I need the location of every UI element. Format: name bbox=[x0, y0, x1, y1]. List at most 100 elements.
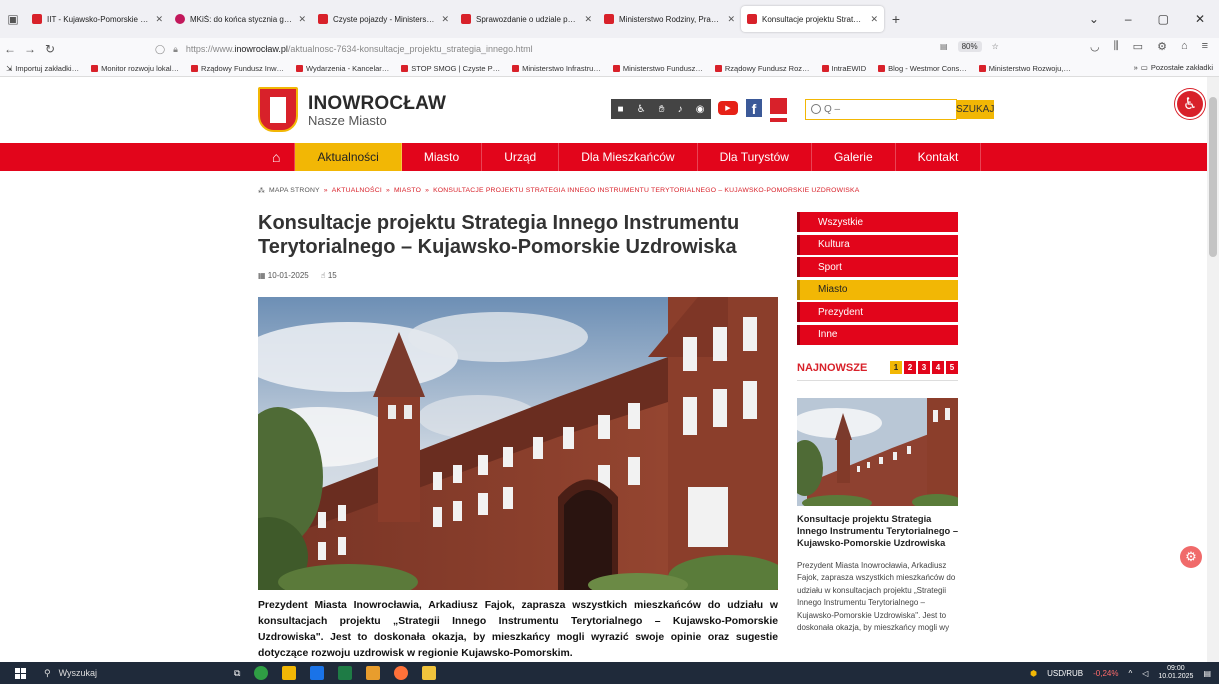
nav-item-dla-mieszkancow[interactable]: Dla Mieszkańców bbox=[559, 143, 698, 171]
bookmark-item[interactable]: Wydarzenia - Kancelar… bbox=[295, 64, 389, 73]
pager-button[interactable]: 4 bbox=[932, 361, 944, 374]
category-item[interactable]: Kultura bbox=[797, 234, 958, 255]
outlook-icon[interactable] bbox=[310, 666, 325, 680]
pager-button[interactable]: 3 bbox=[918, 361, 930, 374]
scrollbar-thumb[interactable] bbox=[1209, 97, 1217, 257]
nav-item-aktualnosci[interactable]: Aktualności bbox=[295, 143, 402, 171]
bookmark-item[interactable]: Rządowy Fundusz Roz… bbox=[714, 64, 810, 73]
nav-home-icon[interactable]: ⌂ bbox=[258, 143, 296, 171]
search-button[interactable]: SZUKAJ bbox=[956, 100, 995, 119]
breadcrumb-item[interactable]: MIASTO bbox=[394, 187, 421, 195]
notifications-icon[interactable]: ▤ bbox=[1203, 669, 1211, 678]
facebook-icon[interactable]: f bbox=[746, 99, 762, 117]
sidebar-icon[interactable]: ▭ bbox=[1133, 40, 1143, 53]
youtube-icon[interactable]: ▶ bbox=[718, 101, 738, 115]
bip-icon[interactable] bbox=[770, 98, 787, 118]
tab-overview-icon[interactable]: ▣ bbox=[0, 12, 26, 26]
ticker-label[interactable]: USD/RUB bbox=[1047, 669, 1083, 678]
bookmark-item[interactable]: Rządowy Fundusz Inw… bbox=[191, 64, 284, 73]
sign-language-icon[interactable]: ✋︎ bbox=[659, 104, 665, 115]
nav-item-galerie[interactable]: Galerie bbox=[812, 143, 896, 171]
bookmark-item[interactable]: Blog - Westmor Cons… bbox=[878, 64, 967, 73]
category-item[interactable]: Sport bbox=[797, 257, 958, 277]
tab-close-icon[interactable]: ✕ bbox=[155, 14, 163, 25]
tab-label: MKiŚ: do końca stycznia gminy… bbox=[190, 14, 293, 24]
powerpoint-icon[interactable] bbox=[366, 666, 381, 680]
page-scrollbar[interactable] bbox=[1207, 77, 1219, 662]
hearing-icon[interactable]: ♪ bbox=[678, 104, 683, 115]
tab-close-icon[interactable]: ✕ bbox=[870, 14, 878, 25]
pager-button[interactable]: 5 bbox=[946, 361, 958, 374]
browser-tab[interactable]: MKiŚ: do końca stycznia gminy… ✕ bbox=[169, 6, 312, 32]
browser-tab[interactable]: Sprawozdanie o udziale pojazd… ✕ bbox=[455, 6, 598, 32]
nav-item-miasto[interactable]: Miasto bbox=[402, 143, 483, 171]
address-bar[interactable]: ◯ 🔒︎ https://www.inowrocław.pl/aktualnos… bbox=[155, 40, 995, 58]
category-item[interactable]: Wszystkie bbox=[797, 212, 958, 232]
browser-tab[interactable]: Ministerstwo Rodziny, Pracy i P… ✕ bbox=[598, 6, 741, 32]
task-view-icon[interactable]: ⧉ bbox=[234, 668, 240, 679]
bookmark-item[interactable]: Ministerstwo Fundusz… bbox=[612, 64, 703, 73]
folder-icon[interactable] bbox=[422, 666, 437, 680]
bookmark-item[interactable]: STOP SMOG | Czyste P… bbox=[401, 64, 500, 73]
pager-button[interactable]: 2 bbox=[904, 361, 916, 374]
bookmark-item[interactable]: IntraEWID bbox=[821, 64, 866, 73]
maximize-button[interactable]: ▢ bbox=[1158, 12, 1169, 26]
library-icon[interactable]: ⫼ bbox=[1114, 40, 1119, 53]
settings-gear-icon[interactable]: ⚙ bbox=[1180, 546, 1202, 568]
wheelchair-icon[interactable]: ♿︎ bbox=[637, 104, 646, 115]
zoom-badge[interactable]: 80% bbox=[957, 41, 982, 52]
tab-close-icon[interactable]: ✕ bbox=[584, 14, 592, 25]
breadcrumb-item[interactable]: AKTUALNOŚCI bbox=[332, 187, 382, 195]
site-logo-text[interactable]: INOWROCŁAW Nasze Miasto bbox=[308, 93, 446, 128]
article-hero-image[interactable] bbox=[258, 297, 778, 590]
browser-tab-active[interactable]: Konsultacje projektu Strategia I… ✕ bbox=[741, 6, 884, 32]
reload-icon[interactable]: ↻ bbox=[40, 42, 60, 56]
minimize-button[interactable]: – bbox=[1125, 12, 1132, 26]
contrast-icon[interactable]: ■ bbox=[618, 104, 624, 115]
city-crest-logo[interactable] bbox=[258, 87, 298, 132]
start-button[interactable] bbox=[0, 667, 40, 679]
tray-chevron-icon[interactable]: ^ bbox=[1128, 669, 1132, 678]
reader-view-icon[interactable]: ▤ bbox=[940, 42, 948, 51]
tab-list-chevron-icon[interactable]: ⌄ bbox=[1089, 12, 1099, 26]
file-explorer-icon[interactable] bbox=[282, 666, 297, 680]
back-arrow-icon[interactable]: ← bbox=[0, 42, 20, 56]
newest-article-title[interactable]: Konsultacje projektu Strategia Innego In… bbox=[797, 514, 962, 550]
nav-item-dla-turystow[interactable]: Dla Turystów bbox=[698, 143, 812, 171]
eye-icon[interactable]: ◉ bbox=[696, 104, 705, 115]
breadcrumb-sitemap[interactable]: MAPA STRONY bbox=[269, 187, 320, 195]
nav-item-kontakt[interactable]: Kontakt bbox=[896, 143, 982, 171]
forward-arrow-icon[interactable]: → bbox=[20, 42, 40, 56]
bookmark-item[interactable]: ⇲ Importuj zakładki… bbox=[6, 64, 79, 73]
volume-icon[interactable]: ◁ bbox=[1142, 669, 1148, 678]
search-input[interactable] bbox=[806, 100, 956, 119]
bookmark-item[interactable]: Ministerstwo Infrastru… bbox=[512, 64, 601, 73]
newest-thumbnail[interactable] bbox=[797, 398, 958, 506]
nav-item-urzad[interactable]: Urząd bbox=[482, 143, 560, 171]
bookmark-item[interactable]: Monitor rozwoju lokal… bbox=[91, 64, 179, 73]
bookmark-star-icon[interactable]: ☆ bbox=[992, 42, 999, 51]
taskbar-search[interactable]: ⚲ Wyszukaj bbox=[40, 662, 210, 684]
category-item-active[interactable]: Miasto bbox=[797, 279, 958, 300]
extensions-icon[interactable]: ⚙ bbox=[1157, 40, 1167, 53]
accessibility-widget-icon[interactable]: ♿︎ bbox=[1175, 89, 1205, 119]
other-bookmarks[interactable]: » ▭ Pozostałe zakładki bbox=[1127, 63, 1213, 72]
firefox-icon[interactable] bbox=[394, 666, 409, 680]
category-item[interactable]: Prezydent bbox=[797, 302, 958, 322]
menu-icon[interactable]: ≡ bbox=[1202, 40, 1208, 53]
browser-tab[interactable]: Czyste pojazdy - Ministerstwo I… ✕ bbox=[312, 6, 455, 32]
clock[interactable]: 09:00 10.01.2025 bbox=[1158, 665, 1193, 680]
new-tab-button[interactable]: + bbox=[884, 11, 908, 27]
close-window-button[interactable]: ✕ bbox=[1195, 12, 1205, 26]
account-icon[interactable]: ⌂ bbox=[1181, 40, 1188, 53]
pocket-icon[interactable]: ◡ bbox=[1090, 40, 1100, 53]
pager-button[interactable]: 1 bbox=[890, 361, 902, 374]
tab-close-icon[interactable]: ✕ bbox=[727, 14, 735, 25]
category-item[interactable]: Inne bbox=[797, 324, 958, 345]
browser-tab[interactable]: IIT - Kujawsko-Pomorskie Uzdr… ✕ bbox=[26, 6, 169, 32]
excel-icon[interactable] bbox=[338, 666, 353, 680]
tab-close-icon[interactable]: ✕ bbox=[441, 14, 449, 25]
edge-icon[interactable] bbox=[254, 666, 269, 680]
bookmark-item[interactable]: Ministerstwo Rozwoju,… bbox=[978, 64, 1071, 73]
tab-close-icon[interactable]: ✕ bbox=[298, 14, 306, 25]
